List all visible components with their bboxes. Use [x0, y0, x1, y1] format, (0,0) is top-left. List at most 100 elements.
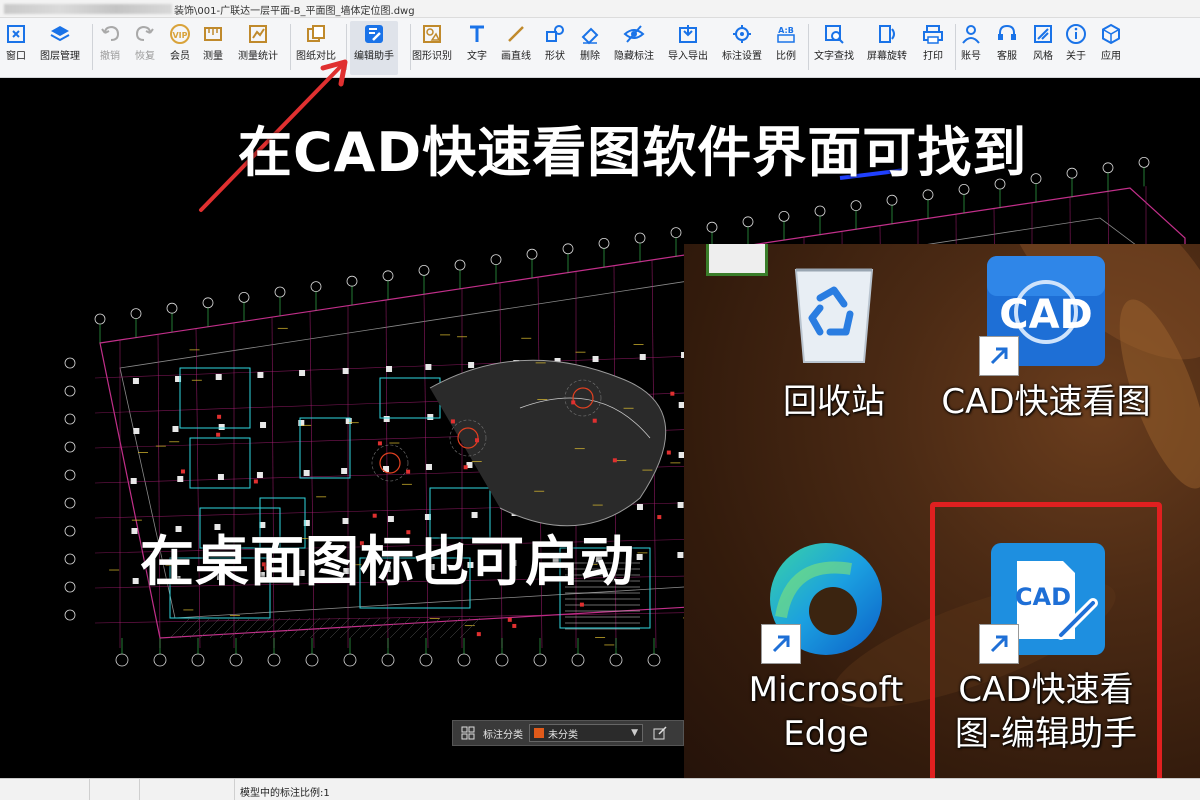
- redo-icon: [134, 23, 156, 45]
- apps-icon: [1100, 23, 1122, 45]
- vip-icon: VIP: [169, 23, 191, 45]
- toolbar-label: 图形识别: [412, 51, 452, 62]
- desktop-icon-label: CAD快速看图: [941, 382, 1151, 422]
- cad-logo-text: CAD: [999, 292, 1093, 338]
- toolbar-label: 关于: [1066, 51, 1086, 62]
- annotation-settings-icon: [731, 23, 753, 45]
- highlight-box: [930, 502, 1162, 800]
- toolbar-label: 应用: [1101, 51, 1121, 62]
- toolbar-separator: [808, 24, 809, 70]
- text-icon: [466, 23, 488, 45]
- toolbar-button-hide-annotation[interactable]: 隐藏标注: [610, 21, 658, 75]
- toolbar-label: 图层管理: [40, 51, 80, 62]
- desktop-icon-edge[interactable]: Microsoft Edge: [716, 534, 936, 756]
- toolbar-label: 客服: [997, 51, 1017, 62]
- svg-text:VIP: VIP: [172, 31, 187, 40]
- undo-icon: [99, 23, 121, 45]
- toolbar-label: 隐藏标注: [614, 51, 654, 62]
- toolbar-label: 风格: [1033, 51, 1053, 62]
- toolbar-label: 撤销: [100, 51, 120, 62]
- toolbar-label: 会员: [170, 51, 190, 62]
- toolbar-label: 导入导出: [668, 51, 708, 62]
- style-icon: [1032, 23, 1054, 45]
- line-icon: [505, 23, 527, 45]
- desktop-icon-label: Microsoft Edge: [748, 670, 904, 754]
- desktop-icon-cad-viewer[interactable]: CAD CAD快速看图: [936, 246, 1156, 424]
- cad-viewer-icon: CAD: [971, 246, 1121, 376]
- toolbar-label: 形状: [545, 51, 565, 62]
- toolbar-label: 屏幕旋转: [867, 51, 907, 62]
- toolbar-button-text-search[interactable]: 文字查找: [810, 21, 858, 75]
- caption-desktop: 在桌面图标也可启动: [140, 530, 635, 593]
- status-cell: [0, 779, 90, 800]
- desktop-inset: 回收站 CAD CAD快速看图 Microsoft Edge CAD CAD快速…: [684, 244, 1200, 800]
- toolbar-label: 画直线: [501, 51, 531, 62]
- toolbar-label: 文字: [467, 51, 487, 62]
- toolbar-label: 打印: [923, 51, 943, 62]
- status-bar: 模型中的标注比例:1: [0, 778, 1200, 800]
- toolbar-separator: [92, 24, 93, 70]
- toolbar-button-rotate-screen[interactable]: 屏幕旋转: [863, 21, 911, 75]
- print-icon: [922, 23, 944, 45]
- edit-icon[interactable]: [651, 724, 669, 742]
- category-color-swatch: [534, 728, 544, 738]
- eraser-icon: [579, 23, 601, 45]
- main-toolbar: 窗口 图层管理 撤销 恢复 VIP 会员 测量 测量统计 图纸对比 编辑助手 图形识别 文字 画直线 形状…: [0, 18, 1200, 78]
- account-icon: [960, 23, 982, 45]
- measure-stats-icon: [247, 23, 269, 45]
- rotate-screen-icon: [876, 23, 898, 45]
- annotation-scale-text: 模型中的标注比例:1: [240, 788, 330, 799]
- title-bar: 装饰\001-广联达一层平面-B_平面图_墙体定位图.dwg: [0, 0, 1200, 18]
- about-icon: [1065, 23, 1087, 45]
- edit-assistant-icon: [363, 23, 385, 45]
- svg-text:A:B: A:B: [778, 26, 794, 35]
- import-export-icon: [677, 23, 699, 45]
- toolbar-label: 窗口: [6, 51, 26, 62]
- scale-icon: A:B: [775, 23, 797, 45]
- window-title: 装饰\001-广联达一层平面-B_平面图_墙体定位图.dwg: [174, 6, 415, 17]
- toolbar-label: 恢复: [135, 51, 155, 62]
- toolbar-label: 账号: [961, 51, 981, 62]
- blurred-path: [4, 4, 172, 14]
- shortcut-arrow-icon: [761, 624, 801, 664]
- toolbar-label: 比例: [776, 51, 796, 62]
- category-selected-value: 未分类: [548, 729, 578, 741]
- layers-icon: [49, 23, 71, 45]
- toolbar-button-eraser[interactable]: 删除: [566, 21, 614, 75]
- toolbar-label: 标注设置: [722, 51, 762, 62]
- edge-icon: [751, 534, 901, 664]
- desktop-icon-recycle-bin[interactable]: 回收站: [724, 246, 944, 424]
- toolbar-button-window[interactable]: 窗口: [0, 21, 40, 75]
- shape-icon: [544, 23, 566, 45]
- chevron-down-icon: ▼: [631, 728, 638, 738]
- hide-annotation-icon: [623, 23, 645, 45]
- recycle-bin-icon: [759, 246, 909, 376]
- desktop-icon-label: 回收站: [783, 382, 885, 422]
- measure-icon: [202, 23, 224, 45]
- caption-toolbar: 在CAD快速看图软件界面可找到: [238, 121, 1028, 184]
- toolbar-button-import-export[interactable]: 导入导出: [664, 21, 712, 75]
- status-cell: [140, 779, 235, 800]
- support-icon: [996, 23, 1018, 45]
- toolbar-button-annotation-settings[interactable]: 标注设置: [718, 21, 766, 75]
- annotation-category-select[interactable]: 未分类 ▼: [529, 724, 643, 742]
- toolbar-button-shape-recognize[interactable]: 图形识别: [408, 21, 456, 75]
- grid-icon[interactable]: [457, 722, 479, 744]
- shortcut-arrow-icon: [979, 336, 1019, 376]
- cad-viewer-window: 装饰\001-广联达一层平面-B_平面图_墙体定位图.dwg 窗口 图层管理 撤销 恢…: [0, 0, 1200, 800]
- toolbar-button-scale[interactable]: A:B 比例: [762, 21, 810, 75]
- status-cells: [0, 779, 235, 800]
- shape-recognize-icon: [421, 23, 443, 45]
- toolbar-label: 删除: [580, 51, 600, 62]
- toolbar-button-apps[interactable]: 应用: [1087, 21, 1135, 75]
- compare-icon: [305, 23, 327, 45]
- toolbar-label: 文字查找: [814, 51, 854, 62]
- status-cell: [90, 779, 140, 800]
- toolbar-separator: [410, 24, 411, 70]
- annotation-category-bar: 标注分类 未分类 ▼: [452, 720, 684, 746]
- toolbar-separator: [955, 24, 956, 70]
- annotation-category-label: 标注分类: [483, 729, 523, 741]
- text-search-icon: [823, 23, 845, 45]
- toolbar-button-layers[interactable]: 图层管理: [36, 21, 84, 75]
- window-icon: [5, 23, 27, 45]
